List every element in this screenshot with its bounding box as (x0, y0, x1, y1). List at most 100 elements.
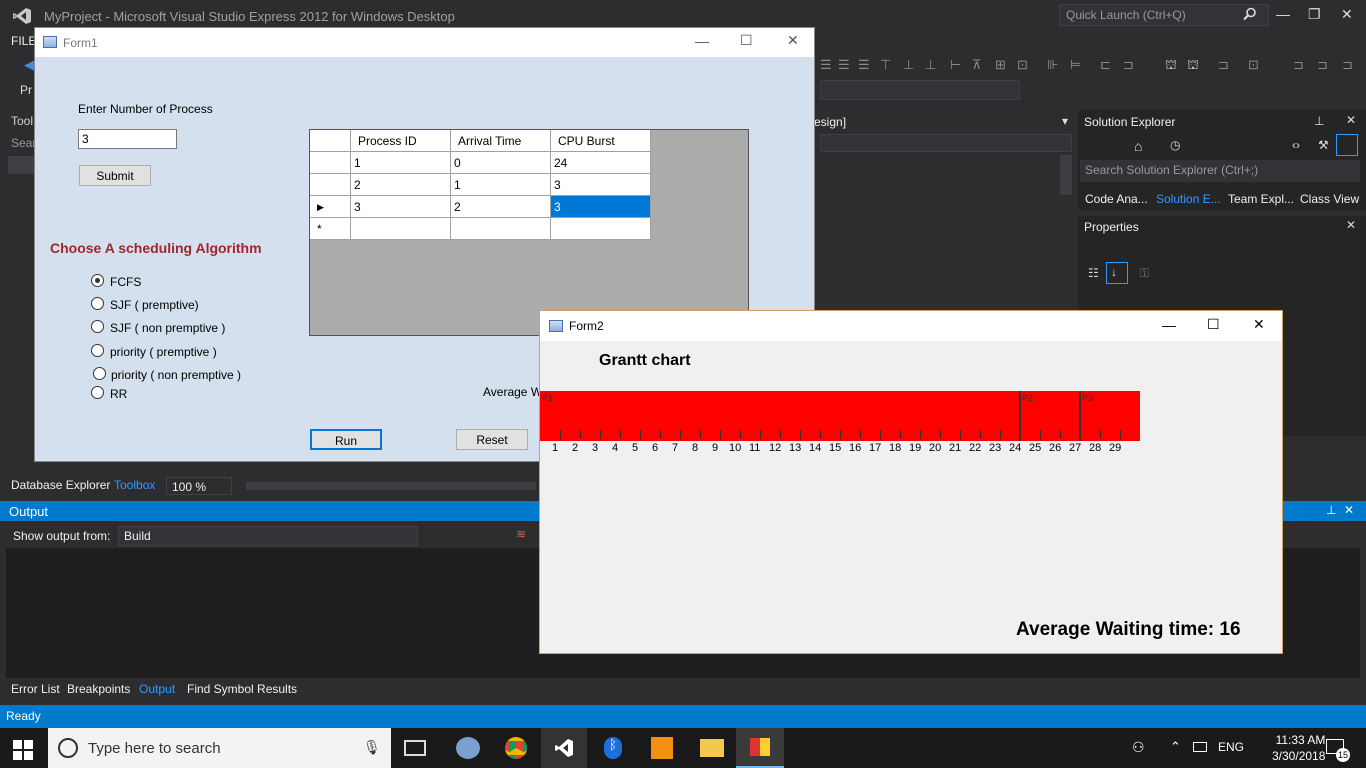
radio-priority-preemptive-label[interactable]: priority ( premptive ) (110, 345, 217, 359)
taskbar-search-box[interactable]: Type here to search 🎙 (48, 728, 391, 768)
align-right-icon[interactable]: ☰ (858, 57, 870, 73)
bluetooth-icon[interactable]: ᛒ (604, 737, 622, 759)
radio-rr[interactable] (91, 386, 104, 399)
grid-cell-new[interactable] (451, 218, 551, 240)
chrome-icon[interactable] (505, 737, 527, 759)
paint-app-icon[interactable] (456, 737, 480, 759)
windows-start-icon[interactable] (13, 740, 33, 760)
column-header-process-id[interactable]: Process ID (351, 130, 451, 152)
grid-cell[interactable]: 3 (551, 174, 651, 196)
tab-order-icon[interactable]: ⊐ (1218, 57, 1229, 73)
grid-cell[interactable]: 1 (351, 152, 451, 174)
vs-restore-button[interactable]: ❐ (1308, 6, 1321, 23)
submit-button[interactable]: Submit (79, 165, 151, 186)
property-pages-icon[interactable]: ⚿ (1140, 266, 1149, 281)
grid-cell[interactable]: 1 (451, 174, 551, 196)
language-indicator[interactable]: ENG (1218, 740, 1244, 754)
pin-icon[interactable]: ⊥ (1326, 503, 1336, 517)
designer-tab[interactable]: esign] (808, 112, 1074, 132)
quick-launch-input[interactable]: Quick Launch (Ctrl+Q) (1059, 4, 1269, 26)
search-icon[interactable] (1243, 7, 1257, 24)
menu-file[interactable]: FILE (11, 34, 36, 48)
format-icon[interactable]: ⊐ (1293, 57, 1304, 73)
column-header-cpu-burst[interactable]: CPU Burst (551, 130, 651, 152)
format3-icon[interactable]: ⊐ (1342, 57, 1353, 73)
radio-priority-non-preemptive[interactable] (93, 367, 106, 380)
vertical-scrollbar[interactable] (1060, 155, 1072, 195)
form2-close-button[interactable]: ✕ (1253, 316, 1265, 333)
radio-rr-label[interactable]: RR (110, 387, 127, 401)
column-header-arrival-time[interactable]: Arrival Time (451, 130, 551, 152)
row-header[interactable] (310, 174, 351, 196)
radio-priority-preemptive[interactable] (91, 344, 104, 357)
tab-breakpoints[interactable]: Breakpoints (67, 682, 130, 696)
same-size-icon[interactable]: ⊞ (995, 57, 1006, 73)
align-middle-icon[interactable]: ⊥ (903, 57, 914, 73)
code-view-icon[interactable]: ‹› (1292, 138, 1300, 152)
tab-dropdown-icon[interactable]: ▾ (1062, 114, 1068, 128)
tab-toolbox[interactable]: Toolbox (114, 478, 155, 492)
zoom-combo[interactable]: 100 % (166, 477, 232, 495)
grid-cell-new[interactable] (551, 218, 651, 240)
grid-cell-new[interactable] (351, 218, 451, 240)
new-row-indicator-icon[interactable]: * (310, 218, 351, 240)
bring-front-icon[interactable]: ⛫ (1165, 57, 1177, 75)
output-source-select[interactable]: Build (118, 526, 418, 546)
send-back-icon[interactable]: ⛫ (1187, 57, 1199, 75)
radio-sjf-non-preemptive-label[interactable]: SJF ( non premptive ) (110, 321, 225, 335)
close-icon[interactable]: ✕ (1346, 218, 1356, 232)
run-button[interactable]: Run (310, 429, 382, 450)
vs-close-button[interactable]: ✕ (1341, 6, 1353, 23)
tab-team-explorer[interactable]: Team Expl... (1228, 192, 1294, 206)
task-view-icon[interactable] (404, 740, 426, 756)
align-bottom-icon[interactable]: ⊥ (925, 57, 936, 73)
grid-cell[interactable]: 24 (551, 152, 651, 174)
align-top-icon[interactable]: ⊤ (880, 57, 891, 73)
grid-cell-selected[interactable]: 3 (551, 196, 651, 218)
grid-cell[interactable]: 0 (451, 152, 551, 174)
row-header[interactable] (310, 152, 351, 174)
people-icon[interactable]: ⚇ (1132, 739, 1145, 756)
radio-sjf-non-preemptive[interactable] (91, 320, 104, 333)
tab-output[interactable]: Output (139, 682, 175, 696)
same-height-icon[interactable]: ⊼ (972, 57, 982, 73)
close-icon[interactable]: ✕ (1346, 113, 1356, 127)
center-h-icon[interactable]: ⊏ (1100, 57, 1111, 73)
radio-priority-non-preemptive-label[interactable]: priority ( non premptive ) (111, 368, 241, 382)
sync-view-icon[interactable] (1336, 134, 1358, 156)
sublime-text-icon[interactable] (651, 737, 673, 759)
radio-fcfs[interactable] (91, 274, 104, 287)
radio-fcfs-label[interactable]: FCFS (110, 275, 141, 289)
tab-code-analysis[interactable]: Code Ana... (1085, 192, 1148, 206)
wrench-icon[interactable]: ⚒ (1318, 138, 1329, 152)
align-center-icon[interactable]: ☰ (838, 57, 850, 73)
home-icon[interactable]: ⌂ (1134, 138, 1142, 154)
form1-maximize-button[interactable]: ☐ (740, 32, 753, 49)
tab-solution-explorer[interactable]: Solution E... (1156, 192, 1221, 206)
vspace-icon[interactable]: ⊨ (1070, 57, 1081, 73)
center-v-icon[interactable]: ⊐ (1123, 57, 1134, 73)
toolbox-tab-label[interactable]: Tool (11, 114, 33, 128)
form2-maximize-button[interactable]: ☐ (1207, 316, 1220, 333)
reset-button[interactable]: Reset (456, 429, 528, 450)
solution-search-input[interactable]: Search Solution Explorer (Ctrl+;) (1080, 160, 1360, 182)
form2-minimize-button[interactable]: — (1162, 317, 1176, 333)
toolbox-search[interactable]: Sear (11, 136, 36, 150)
winforms-app-taskbar-icon[interactable] (736, 728, 784, 768)
vs-minimize-button[interactable]: — (1276, 6, 1290, 22)
align-left-icon[interactable]: ☰ (820, 57, 832, 73)
lock-controls-icon[interactable]: ⊡ (1248, 57, 1259, 73)
process-grid[interactable]: Process ID Arrival Time CPU Burst 1 0 24… (309, 129, 749, 336)
clear-all-icon[interactable]: ≋ (516, 527, 526, 541)
back-icon[interactable]: ◀ (24, 57, 34, 73)
taskbar-clock[interactable]: 11:33 AM 3/30/2018 (1272, 732, 1325, 764)
designer-object-combo[interactable] (820, 134, 1072, 152)
microphone-icon[interactable]: 🎙 (363, 739, 381, 756)
grid-cell[interactable]: 3 (351, 196, 451, 218)
battery-icon[interactable] (1193, 742, 1207, 752)
format2-icon[interactable]: ⊐ (1317, 57, 1328, 73)
alphabetical-icon[interactable]: ↓ (1106, 262, 1128, 284)
radio-sjf-preemptive-label[interactable]: SJF ( premptive) (110, 298, 199, 312)
categorized-icon[interactable]: ☷ (1088, 266, 1099, 280)
grid-cell[interactable]: 2 (351, 174, 451, 196)
